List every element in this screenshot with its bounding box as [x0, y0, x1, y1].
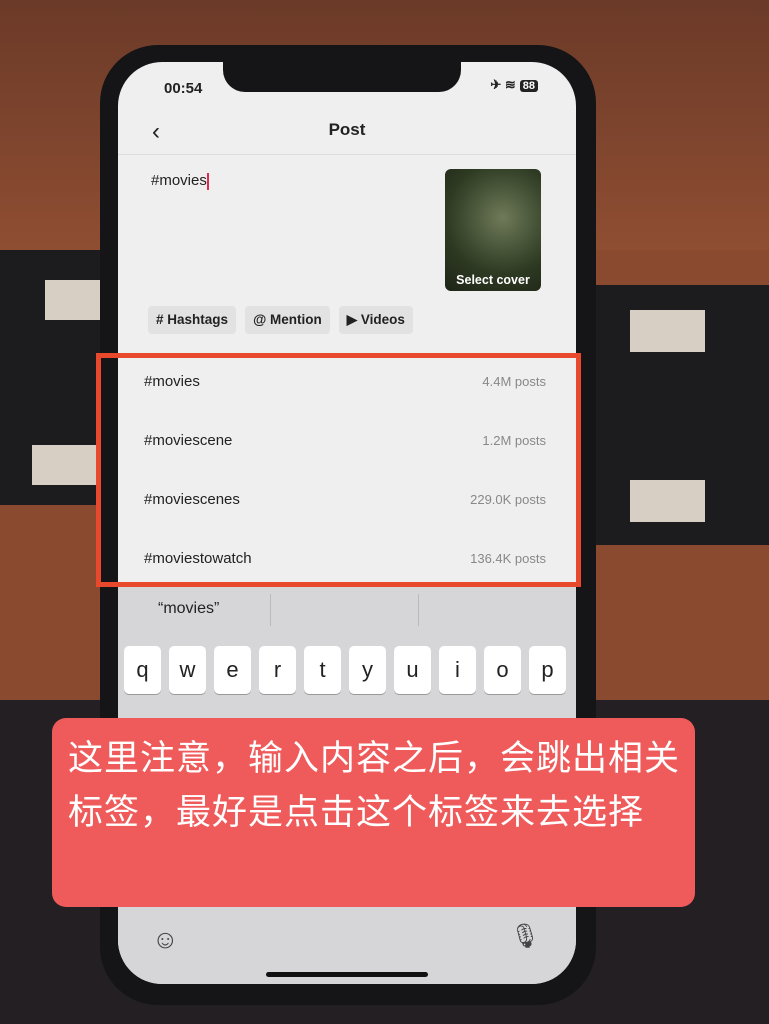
- notch: [223, 62, 461, 92]
- key-r[interactable]: r: [259, 646, 296, 694]
- key-p[interactable]: p: [529, 646, 566, 694]
- key-e[interactable]: e: [214, 646, 251, 694]
- divider: [270, 594, 271, 626]
- background-band: [0, 250, 110, 505]
- key-i[interactable]: i: [439, 646, 476, 694]
- battery-icon: 88: [519, 80, 538, 92]
- videos-button[interactable]: ▶ Videos: [338, 306, 413, 334]
- highlight-box: [96, 353, 581, 587]
- home-indicator: [266, 972, 428, 977]
- select-cover-label: Select cover: [456, 273, 530, 287]
- wifi-icon: ≋: [504, 77, 516, 92]
- annotation-note: 这里注意，输入内容之后，会跳出相关标签，最好是点击这个标签来去选择: [52, 718, 695, 907]
- key-q[interactable]: q: [124, 646, 161, 694]
- chip-label: Mention: [270, 312, 322, 327]
- key-w[interactable]: w: [169, 646, 206, 694]
- emoji-icon[interactable]: ☺: [152, 924, 179, 955]
- key-u[interactable]: u: [394, 646, 431, 694]
- key-t[interactable]: t: [304, 646, 341, 694]
- text-cursor: [206, 172, 209, 190]
- at-icon: @: [253, 312, 267, 327]
- key-y[interactable]: y: [349, 646, 386, 694]
- status-time: 00:54: [164, 80, 203, 97]
- airplane-icon: ✈: [490, 77, 502, 92]
- hash-icon: #: [156, 312, 164, 327]
- divider: [118, 154, 576, 155]
- microphone-icon[interactable]: 🎙: [510, 922, 540, 951]
- mention-button[interactable]: @ Mention: [245, 306, 330, 334]
- chip-label: Hashtags: [167, 312, 229, 327]
- background-band: [585, 285, 769, 545]
- prediction-suggestion[interactable]: “movies”: [158, 600, 219, 618]
- play-circle-icon: ▶: [346, 312, 358, 327]
- caption-text: #movies: [151, 172, 207, 189]
- select-cover-button[interactable]: Select cover: [445, 169, 541, 291]
- hashtags-button[interactable]: # Hashtags: [148, 306, 237, 334]
- keyboard-row: qwertyuiop: [124, 646, 566, 694]
- key-o[interactable]: o: [484, 646, 521, 694]
- status-icons: ✈ ≋ 88: [490, 77, 538, 93]
- page-title: Post: [328, 120, 366, 139]
- chip-label: Videos: [360, 312, 405, 327]
- divider: [418, 594, 419, 626]
- caption-input[interactable]: #movies: [151, 172, 209, 190]
